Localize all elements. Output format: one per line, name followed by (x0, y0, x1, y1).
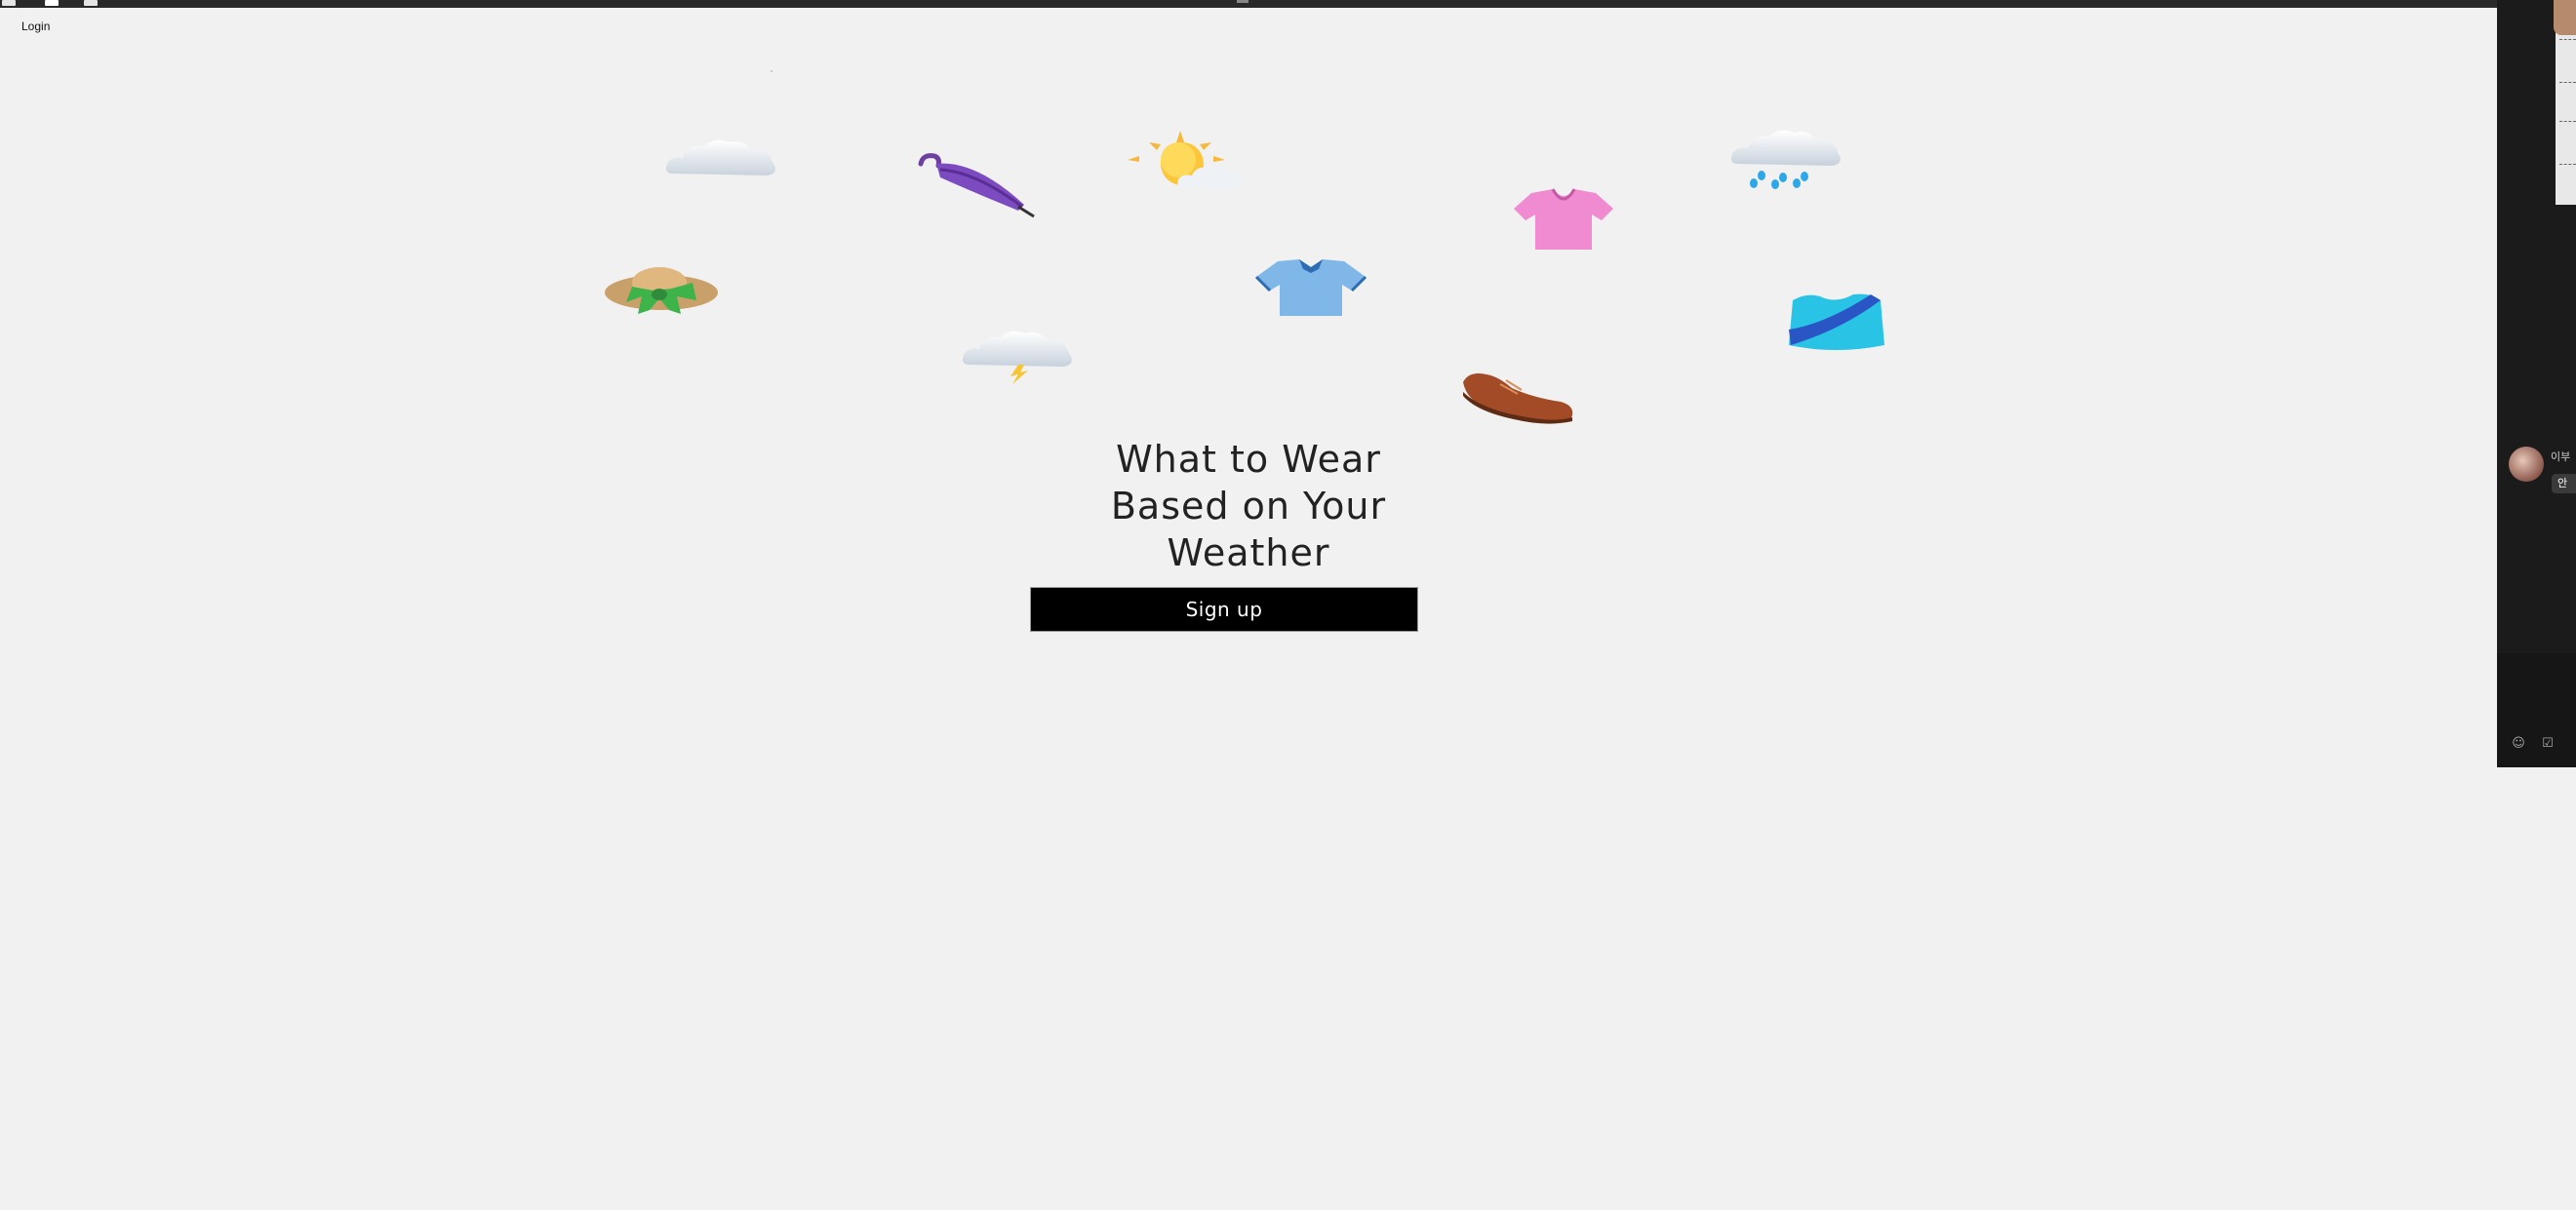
decorative-dot (771, 70, 773, 72)
cloud-with-lightning-icon (962, 331, 1072, 384)
window-grab-handle[interactable] (1237, 0, 1248, 3)
swimsuit-icon (1789, 293, 1884, 350)
polo-shirt-icon (1254, 259, 1367, 316)
page-title-line: What to Wear (1116, 438, 1381, 481)
divider (2559, 164, 2576, 165)
page-title: What to Wear Based on Your Weather (1044, 436, 1453, 576)
shoe-icon (1463, 373, 1573, 424)
emoji-icon[interactable]: ☺ (2511, 736, 2526, 752)
window-control-button[interactable] (84, 0, 98, 6)
page-title-line: Weather (1167, 531, 1330, 574)
divider (2559, 82, 2576, 83)
message-input-area[interactable] (2497, 653, 2576, 767)
divider (2559, 121, 2576, 122)
blouse-icon (1514, 188, 1613, 250)
cloud-icon (665, 139, 775, 176)
sun-behind-cloud-icon (1128, 131, 1242, 189)
umbrella-icon (918, 153, 1035, 218)
avatar[interactable] (2509, 447, 2544, 482)
window-top-bar (0, 0, 2497, 8)
window-control-button[interactable] (2, 0, 16, 6)
calendar-check-icon[interactable]: ☑ (2540, 736, 2556, 752)
divider (2559, 39, 2576, 40)
cloud-with-rain-icon (1730, 130, 1841, 189)
window-control-button[interactable] (45, 0, 59, 6)
message-bubble[interactable]: 안 (2552, 474, 2576, 493)
page-title-line: Based on Your (1110, 485, 1387, 527)
sender-name: 이부 (2551, 450, 2571, 463)
avatar[interactable] (2554, 0, 2576, 35)
hat-icon (605, 267, 718, 314)
login-link[interactable]: Login (21, 20, 50, 33)
chat-side-panel: 이부 안 ☺ ☑ (2497, 0, 2576, 767)
signup-button[interactable]: Sign up (1030, 587, 1418, 632)
